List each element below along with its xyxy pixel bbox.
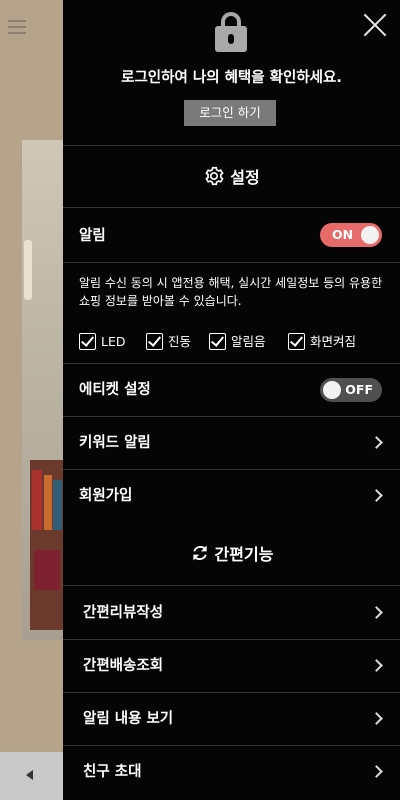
etiquette-toggle-label: OFF [345,382,373,397]
divider [63,262,400,263]
chevron-right-icon [370,765,383,778]
chevron-right-icon [370,606,383,619]
divider [63,145,400,146]
etiquette-row: 에티켓 설정 OFF [63,364,400,416]
quick-item-delivery[interactable]: 간편배송조회 [63,640,400,692]
chevron-right-icon [370,659,383,672]
quick-item-invite[interactable]: 친구 초대 [63,746,400,798]
notification-label: 알림 [79,228,106,244]
keyword-alert-label: 키워드 알림 [79,435,151,451]
background-page [0,0,64,800]
side-drawer: 로그인하여 나의 혜택을 확인하세요. 로그인 하기 설정 알림 ON 알림 수… [63,0,400,800]
keyword-alert-row[interactable]: 키워드 알림 [63,417,400,469]
notification-toggle[interactable]: ON [320,223,382,247]
notification-row: 알림 ON [63,210,400,262]
etiquette-label: 에티켓 설정 [79,382,151,398]
gear-icon [205,166,224,186]
hamburger-icon [8,20,26,34]
quick-item-notifications[interactable]: 알림 내용 보기 [63,693,400,745]
settings-title: 설정 [230,168,260,187]
signup-label: 회원가입 [79,488,133,504]
checkbox-checked-icon [209,333,226,350]
back-arrow-icon[interactable] [26,770,33,780]
divider [63,207,400,208]
chevron-right-icon [370,712,383,725]
checkbox-checked-icon [288,333,305,350]
notification-toggle-label: ON [332,227,354,242]
etiquette-toggle[interactable]: OFF [320,378,382,402]
notification-description: 알림 수신 동의 시 앱전용 해택, 실시간 세일정보 등의 유용한 쇼핑 정보… [79,276,383,308]
quick-item-label: 알림 내용 보기 [83,711,174,727]
quick-title: 간편기능 [214,545,274,564]
checkbox-checked-icon [146,333,163,350]
login-button[interactable]: 로그인 하기 [184,100,276,126]
background-photo [22,140,64,640]
chevron-right-icon [370,489,383,502]
quick-section-title: 간편기능 [63,541,400,565]
signup-row[interactable]: 회원가입 [63,470,400,522]
close-icon[interactable] [362,12,388,38]
notification-options: LED 진동 알림음 화면켜짐 [79,332,389,352]
quick-item-label: 간편배송조회 [83,658,164,674]
lock-icon [215,12,247,52]
quick-item-review[interactable]: 간편리뷰작성 [63,587,400,639]
login-message: 로그인하여 나의 혜택을 확인하세요. [121,70,342,86]
settings-section-title: 설정 [63,164,400,188]
quick-item-label: 친구 초대 [83,764,142,780]
quick-item-label: 간편리뷰작성 [83,605,164,621]
divider [63,585,400,586]
refresh-icon [192,545,207,561]
chevron-right-icon [370,436,383,449]
checkbox-checked-icon [79,333,96,350]
